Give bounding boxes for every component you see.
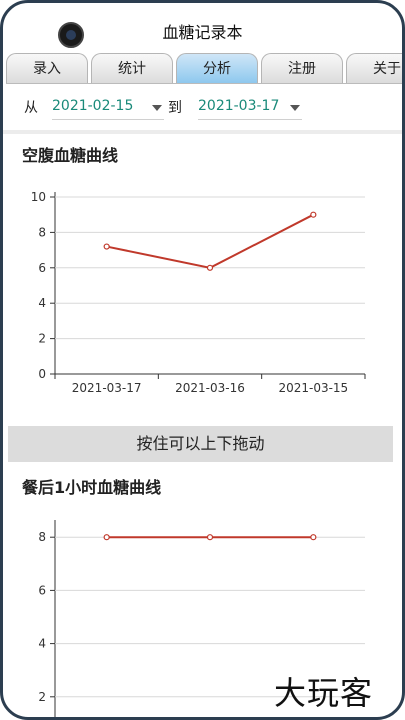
tab-register[interactable]: 注册 bbox=[261, 53, 343, 83]
from-date-value: 2021-02-15 bbox=[52, 98, 134, 114]
y-tick-label: 10 bbox=[31, 190, 46, 204]
tab-analysis[interactable]: 分析 bbox=[176, 53, 258, 83]
y-tick-label: 0 bbox=[38, 367, 46, 381]
drag-handle[interactable]: 按住可以上下拖动 bbox=[8, 426, 393, 462]
y-tick-label: 6 bbox=[38, 261, 46, 275]
tab-bar: 录入 统计 分析 注册 关于 bbox=[6, 51, 405, 84]
y-tick-label: 8 bbox=[38, 225, 46, 239]
tab-statistics[interactable]: 统计 bbox=[91, 53, 173, 83]
from-date-picker[interactable]: 2021-02-15 bbox=[52, 88, 164, 120]
data-point bbox=[310, 534, 317, 541]
y-tick-label: 4 bbox=[38, 637, 46, 651]
x-tick-label: 2021-03-16 bbox=[175, 381, 245, 395]
y-tick-label: 2 bbox=[38, 332, 46, 346]
app-title: 血糖记录本 bbox=[162, 23, 243, 42]
to-date-picker[interactable]: 2021-03-17 bbox=[198, 88, 302, 120]
data-point bbox=[310, 211, 317, 218]
watermark-logo: 大玩客 bbox=[274, 674, 374, 712]
postmeal-chart-title: 餐后1小时血糖曲线 bbox=[22, 478, 162, 497]
data-point bbox=[206, 264, 214, 271]
series-line bbox=[106, 213, 314, 269]
y-tick-label: 2 bbox=[38, 690, 46, 704]
x-tick-label: 2021-03-17 bbox=[72, 381, 142, 395]
from-label: 从 bbox=[24, 100, 38, 116]
y-tick-label: 4 bbox=[38, 296, 46, 310]
tab-entry[interactable]: 录入 bbox=[6, 53, 88, 83]
fasting-glucose-chart: 0 2 4 6 8 10 2021-03-17 2021-03-16 2021-03-15 bbox=[31, 190, 366, 395]
chevron-down-icon bbox=[152, 105, 162, 111]
y-tick-label: 8 bbox=[38, 530, 46, 544]
fasting-chart-title: 空腹血糖曲线 bbox=[22, 146, 119, 165]
data-point bbox=[103, 534, 110, 541]
chevron-down-icon bbox=[290, 105, 300, 111]
data-point bbox=[206, 534, 214, 541]
section-divider bbox=[0, 130, 405, 134]
to-label: 到 bbox=[168, 100, 182, 116]
y-tick-label: 6 bbox=[38, 583, 46, 597]
tab-about[interactable]: 关于 bbox=[346, 53, 405, 83]
to-date-value: 2021-03-17 bbox=[198, 98, 280, 114]
data-point bbox=[103, 243, 110, 250]
x-tick-label: 2021-03-15 bbox=[278, 381, 348, 395]
date-range-row: 从 2021-02-15 到 2021-03-17 bbox=[0, 88, 405, 128]
